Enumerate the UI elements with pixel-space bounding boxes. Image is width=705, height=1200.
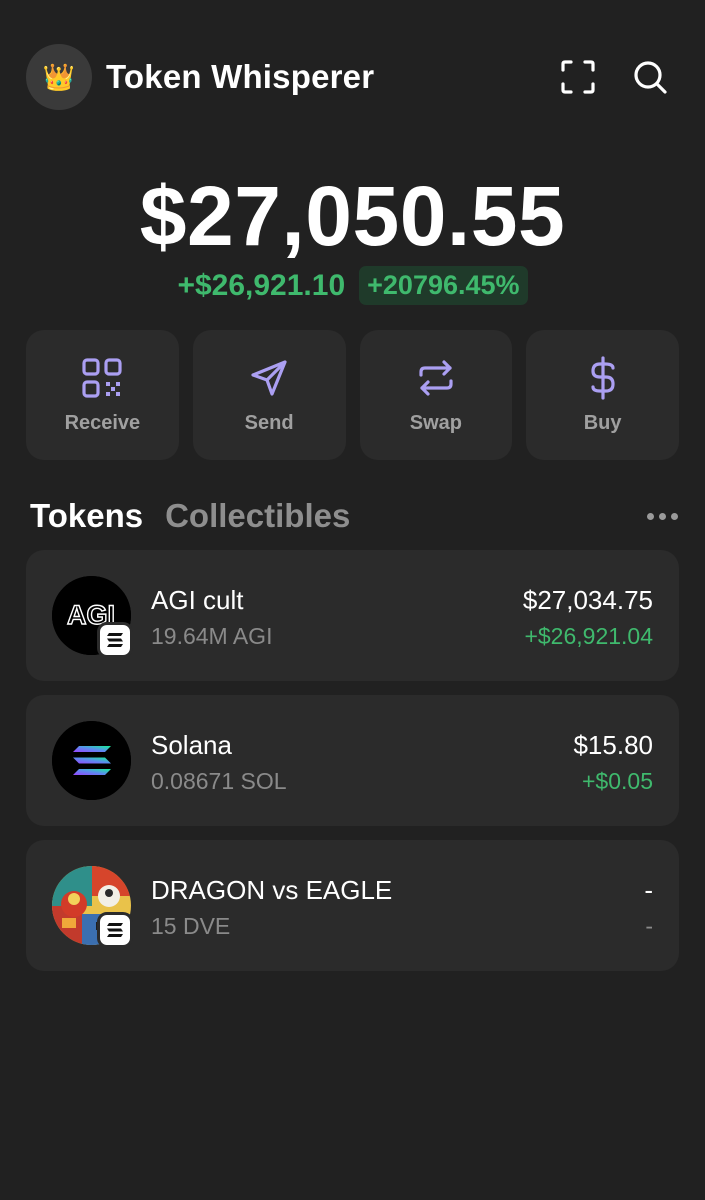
scan-icon[interactable] bbox=[559, 58, 597, 96]
solana-chain-badge-icon bbox=[97, 912, 133, 948]
token-list: AGI AGI cult 19.64M AGI $27,034.75 +$26,… bbox=[26, 550, 679, 985]
qr-code-icon bbox=[80, 356, 124, 400]
balance-change: +$26,921.10 +20796.45% bbox=[0, 266, 705, 305]
send-button[interactable]: Send bbox=[192, 330, 346, 460]
header: 👑 Token Whisperer bbox=[26, 44, 679, 110]
token-name: AGI cult bbox=[151, 585, 244, 615]
solana-logo-icon bbox=[52, 721, 131, 800]
crown-icon: 👑 bbox=[42, 61, 76, 92]
token-row-solana[interactable]: Solana 0.08671 SOL $15.80 +$0.05 bbox=[26, 695, 679, 826]
buy-label: Buy bbox=[583, 411, 622, 434]
receive-button[interactable]: Receive bbox=[26, 330, 179, 460]
token-row-agi-cult[interactable]: AGI AGI cult 19.64M AGI $27,034.75 +$26,… bbox=[26, 550, 679, 681]
account-avatar[interactable]: 👑 bbox=[26, 44, 92, 110]
more-dot bbox=[647, 512, 654, 520]
token-value: - bbox=[644, 875, 653, 905]
solana-chain-badge-icon bbox=[97, 622, 133, 658]
more-dot bbox=[671, 512, 678, 520]
token-quantity: 0.08671 SOL bbox=[151, 768, 287, 794]
token-change: +$26,921.04 bbox=[524, 623, 653, 649]
tab-tokens[interactable]: Tokens bbox=[30, 497, 143, 535]
more-options-icon[interactable] bbox=[647, 512, 678, 520]
send-label: Send bbox=[244, 411, 294, 434]
token-value: $15.80 bbox=[573, 730, 653, 760]
receive-label: Receive bbox=[64, 411, 141, 434]
buy-button[interactable]: Buy bbox=[526, 330, 679, 460]
wallet-home: 👑 Token Whisperer $27,050.55 +$26,921.10… bbox=[0, 0, 705, 1200]
search-icon[interactable] bbox=[631, 58, 669, 96]
total-balance: $27,050.55 bbox=[139, 169, 566, 263]
token-change: - bbox=[645, 913, 653, 939]
header-actions bbox=[559, 58, 669, 96]
balance-change-amount: +$26,921.10 bbox=[177, 268, 346, 302]
token-name: DRAGON vs EAGLE bbox=[151, 875, 393, 905]
token-row-dragon-vs-eagle[interactable]: DRAGON vs EAGLE 15 DVE - - bbox=[26, 840, 679, 971]
quick-actions: Receive Send Swap Buy bbox=[26, 330, 679, 460]
swap-icon bbox=[414, 356, 458, 400]
dollar-icon bbox=[581, 355, 625, 400]
swap-button[interactable]: Swap bbox=[359, 330, 513, 460]
balance-change-percent-badge: +20796.45% bbox=[359, 266, 528, 305]
token-value: $27,034.75 bbox=[522, 585, 653, 615]
tab-collectibles[interactable]: Collectibles bbox=[165, 497, 350, 535]
asset-tabs: Tokens Collectibles bbox=[30, 494, 680, 538]
send-icon bbox=[247, 356, 291, 400]
swap-label: Swap bbox=[409, 411, 462, 434]
token-quantity: 19.64M AGI bbox=[151, 623, 273, 649]
token-name: Solana bbox=[151, 730, 232, 760]
token-change: +$0.05 bbox=[582, 768, 653, 794]
account-name[interactable]: Token Whisperer bbox=[106, 58, 374, 96]
token-quantity: 15 DVE bbox=[151, 913, 231, 939]
more-dot bbox=[659, 512, 666, 520]
